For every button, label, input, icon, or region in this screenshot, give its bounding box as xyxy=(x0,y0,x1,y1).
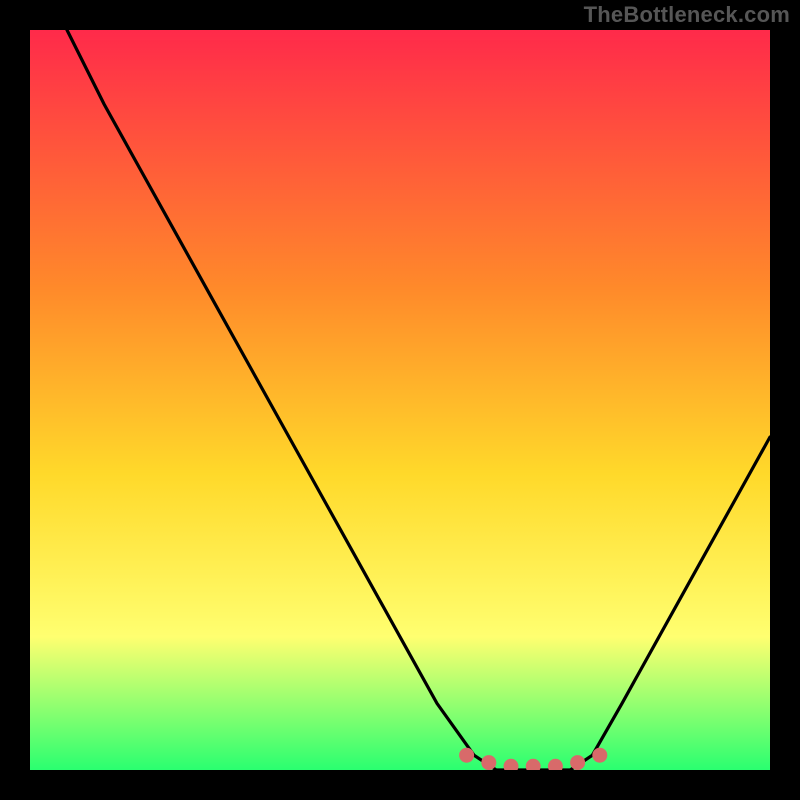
marker-dot xyxy=(526,759,541,774)
marker-dot xyxy=(504,759,519,774)
attribution-text: TheBottleneck.com xyxy=(584,2,790,28)
marker-dot xyxy=(481,755,496,770)
bottleneck-chart xyxy=(0,0,800,800)
marker-dot xyxy=(570,755,585,770)
marker-dot xyxy=(592,748,607,763)
plot-area xyxy=(30,30,770,770)
marker-dot xyxy=(459,748,474,763)
marker-dot xyxy=(548,759,563,774)
chart-frame: { "attribution": "TheBottleneck.com", "c… xyxy=(0,0,800,800)
